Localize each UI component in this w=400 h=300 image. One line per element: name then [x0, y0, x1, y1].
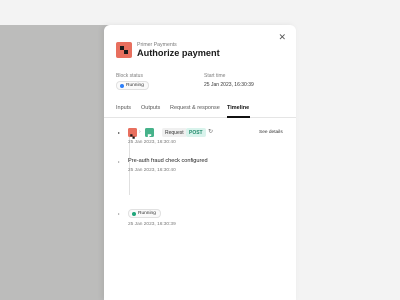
tab-inputs[interactable]: Inputs — [116, 105, 131, 111]
active-tab-indicator — [227, 116, 250, 118]
start-time-value: 25 Jan 2023, 16:30:39 — [204, 82, 254, 88]
timeline-bullet-icon: • — [118, 159, 120, 164]
primer-logo-icon — [116, 42, 132, 58]
tab-request-response[interactable]: Request & response — [170, 105, 220, 111]
tab-timeline[interactable]: Timeline — [227, 105, 249, 111]
timeline-item-time: 25 Jan 2023, 16:30:39 — [128, 222, 176, 227]
detail-panel: ✕ Primer Payments Authorize payment Bloc… — [104, 25, 296, 300]
see-details-link[interactable]: See details — [259, 130, 283, 135]
request-chip: Request — [162, 128, 187, 137]
timeline-event-text: Pre-auth fraud check configured — [128, 158, 208, 164]
start-time-label: Start time — [204, 73, 226, 79]
tab-bar: Inputs Outputs Request & response Timeli… — [104, 102, 296, 118]
arrow-right-icon: › — [139, 129, 141, 135]
page-backdrop — [0, 25, 120, 300]
block-status-value: Running — [126, 83, 144, 88]
tab-outputs[interactable]: Outputs — [141, 105, 160, 111]
timeline-item-time: 25 Jan 2023, 16:30:40 — [128, 140, 176, 145]
spinner-icon: ↻ — [208, 129, 214, 135]
block-status-badge: Running — [116, 81, 149, 90]
timeline-status-badge: Running — [128, 209, 161, 218]
panel-title: Authorize payment — [137, 48, 220, 58]
block-status-label: Block status — [116, 73, 143, 79]
status-dot-icon — [132, 211, 136, 216]
close-icon[interactable]: ✕ — [278, 33, 286, 42]
http-method-badge: POST — [186, 128, 206, 137]
service-logo-icon — [145, 128, 154, 139]
timeline-bullet-icon: • — [118, 211, 120, 216]
timeline-item-time: 25 Jan 2023, 16:30:40 — [128, 168, 176, 173]
status-dot-icon — [120, 83, 124, 88]
timeline-status-value: Running — [138, 211, 156, 216]
expand-chevron-icon[interactable]: ▸ — [118, 130, 120, 135]
primer-logo-icon — [128, 128, 137, 139]
